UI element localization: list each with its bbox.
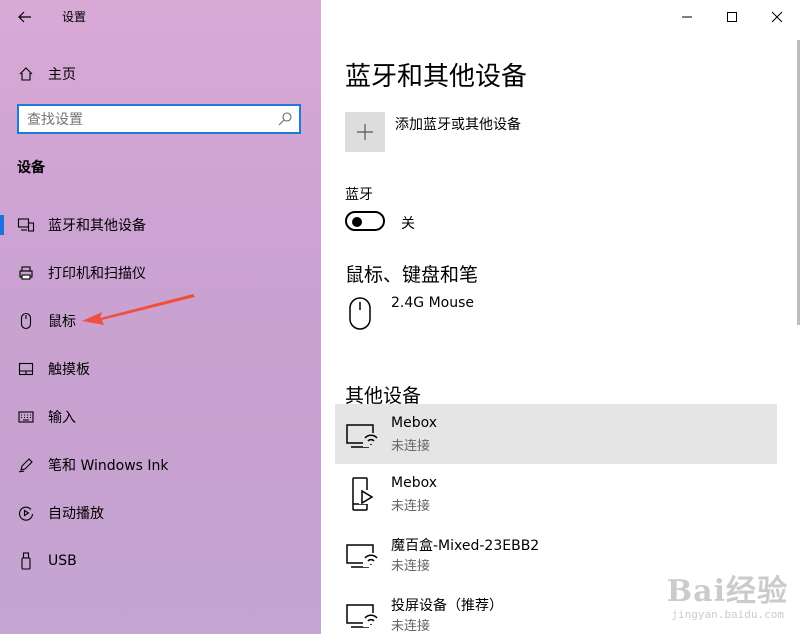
device-name: 投屏设备（推荐） — [391, 598, 503, 614]
printer-icon — [16, 263, 36, 283]
sidebar-item-label: 打印机和扫描仪 — [48, 266, 146, 282]
add-device-button[interactable] — [345, 112, 385, 152]
main-panel: 蓝牙和其他设备 添加蓝牙或其他设备 蓝牙 关 鼠标、键盘和笔 2.4G Mous… — [321, 0, 802, 634]
scrollbar[interactable] — [797, 40, 800, 325]
device-name: 2.4G Mouse — [391, 295, 474, 311]
usb-icon — [16, 551, 36, 571]
back-arrow-icon — [18, 11, 31, 23]
section-title: 设备 — [17, 160, 45, 176]
add-device-label[interactable]: 添加蓝牙或其他设备 — [395, 114, 521, 134]
sidebar-item-autoplay[interactable]: 自动播放 — [0, 493, 321, 533]
sidebar: 设置 主页 设备 蓝牙和其他设备 打印机和扫描仪 鼠标 — [0, 0, 321, 634]
device-name: 魔百盒-Mixed-23EBB2 — [391, 538, 540, 554]
bluetooth-toggle[interactable] — [345, 211, 385, 231]
device-status: 未连接 — [391, 619, 431, 634]
touchpad-icon — [16, 359, 36, 379]
maximize-button[interactable] — [709, 0, 755, 34]
sidebar-item-home[interactable]: 主页 — [0, 54, 321, 94]
mouse-icon — [16, 311, 36, 331]
watermark: Bai经验 jingyan.baidu.com — [588, 566, 788, 628]
close-icon — [771, 11, 783, 23]
sidebar-item-pen[interactable]: 笔和 Windows Ink — [0, 445, 321, 485]
autoplay-icon — [16, 503, 36, 523]
minimize-button[interactable] — [664, 0, 710, 34]
sidebar-item-touchpad[interactable]: 触摸板 — [0, 349, 321, 389]
sidebar-item-bluetooth[interactable]: 蓝牙和其他设备 — [0, 205, 321, 245]
device-item[interactable]: Mebox 未连接 — [335, 404, 777, 464]
search-input[interactable] — [27, 110, 267, 130]
media-device-icon — [345, 476, 381, 512]
bluetooth-state: 关 — [401, 216, 415, 232]
device-name: Mebox — [391, 475, 437, 491]
network-display-icon — [345, 596, 381, 632]
device-status: 未连接 — [391, 559, 431, 574]
sidebar-item-typing[interactable]: 输入 — [0, 397, 321, 437]
sidebar-item-label: 主页 — [48, 67, 76, 83]
home-icon — [16, 64, 36, 84]
search-box[interactable] — [17, 104, 301, 134]
page-title: 蓝牙和其他设备 — [345, 62, 528, 92]
device-status: 未连接 — [391, 439, 431, 454]
sidebar-item-usb[interactable]: USB — [0, 541, 321, 581]
plus-icon — [357, 124, 373, 140]
sidebar-item-label: 鼠标 — [48, 314, 76, 330]
network-display-icon — [345, 536, 381, 572]
network-display-icon — [345, 416, 381, 452]
close-button[interactable] — [754, 0, 800, 34]
sidebar-item-printers[interactable]: 打印机和扫描仪 — [0, 253, 321, 293]
sidebar-item-label: 自动播放 — [48, 506, 104, 522]
sidebar-item-label: 蓝牙和其他设备 — [48, 218, 146, 234]
toggle-knob — [352, 217, 362, 227]
sidebar-item-label: USB — [48, 553, 77, 569]
search-icon[interactable] — [277, 111, 293, 131]
keyboard-icon — [16, 407, 36, 427]
back-button[interactable] — [10, 4, 40, 30]
annotation-arrow — [82, 294, 195, 325]
pen-icon — [16, 455, 36, 475]
bluetooth-devices-icon — [16, 215, 36, 235]
device-status: 未连接 — [391, 499, 431, 514]
sidebar-item-label: 笔和 Windows Ink — [48, 458, 169, 474]
device-name: Mebox — [391, 415, 437, 431]
mouse-icon — [345, 295, 381, 331]
sidebar-item-label: 触摸板 — [48, 362, 90, 378]
device-item[interactable]: Mebox 未连接 — [335, 464, 777, 524]
watermark-url: jingyan.baidu.com — [671, 608, 784, 621]
sidebar-item-label: 输入 — [48, 410, 76, 426]
minimize-icon — [682, 16, 692, 18]
bluetooth-label: 蓝牙 — [345, 187, 373, 203]
app-title: 设置 — [62, 10, 87, 24]
watermark-brand: Bai经验 — [666, 574, 788, 609]
device-item[interactable]: 2.4G Mouse — [335, 283, 777, 343]
maximize-icon — [727, 12, 737, 22]
